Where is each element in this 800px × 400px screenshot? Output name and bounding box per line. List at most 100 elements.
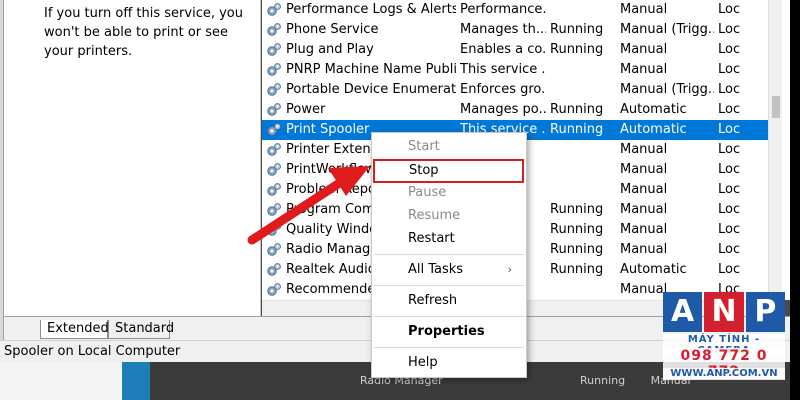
description-pane: If you turn off this service, you won't … [4, 0, 261, 318]
service-startup-type: Manual [620, 222, 668, 237]
service-status [550, 0, 616, 20]
service-log-on-as: Loc [718, 22, 741, 37]
service-gear-icon [266, 220, 286, 240]
list-edge [782, 0, 790, 300]
service-log-on-as: Loc [718, 262, 741, 277]
menu-item-resume[interactable]: Resume [372, 205, 526, 227]
logo-letter-a: A [663, 292, 703, 332]
service-gear-icon [266, 180, 286, 200]
tab-standard[interactable]: Standard [108, 320, 174, 339]
vertical-scrollbar[interactable] [768, 0, 782, 300]
menu-item-start[interactable]: Start [372, 136, 526, 158]
service-gear-icon [266, 140, 286, 160]
service-log-on-as: Loc [718, 182, 741, 197]
menu-separator [374, 316, 524, 317]
service-description: Enables a co... [460, 42, 546, 57]
service-startup-type: Manual (Trigg... [620, 82, 714, 97]
background-accent [122, 362, 150, 400]
table-row[interactable]: Performance Logs & Alerts Performance... M… [262, 0, 768, 20]
service-name: Performance Logs & Alerts [286, 2, 456, 17]
service-log-on-as: Loc [718, 162, 741, 177]
status-text: Spooler on Local Computer [4, 344, 181, 359]
service-startup-type: Manual [620, 62, 668, 77]
table-row[interactable]: PNRP Machine Name Public... This service … [262, 60, 768, 80]
service-gear-icon [266, 260, 286, 280]
service-status [550, 80, 616, 100]
service-startup-type: Automatic [620, 262, 687, 277]
service-startup-type: Manual [620, 142, 668, 157]
service-name: Phone Service [286, 22, 379, 37]
service-gear-icon [266, 60, 286, 80]
service-status [550, 60, 616, 80]
menu-item-refresh[interactable]: Refresh [372, 290, 526, 312]
service-status: Running [550, 202, 604, 217]
anp-watermark-logo: A N P MÁY TÍNH - CAMERA 098 772 0 772 WW… [663, 292, 785, 392]
menu-separator [374, 285, 524, 286]
service-startup-type: Manual [620, 162, 668, 177]
service-status [550, 140, 616, 160]
all-tasks-label: All Tasks [408, 262, 464, 277]
service-log-on-as: Loc [718, 62, 741, 77]
service-name: Power [286, 102, 326, 117]
table-row[interactable]: Phone Service Manages th... Running Manual … [262, 20, 768, 40]
menu-item-restart[interactable]: Restart [372, 228, 526, 250]
service-startup-type: Manual (Trigg... [620, 22, 714, 37]
window-frame-right [790, 0, 800, 400]
service-status [550, 280, 616, 300]
service-description: Manages th... [460, 22, 546, 37]
service-log-on-as: Loc [718, 82, 741, 97]
menu-item-all-tasks[interactable]: All Tasks › [372, 259, 526, 281]
background-row-running: Running [580, 374, 626, 387]
menu-separator [374, 254, 524, 255]
logo-letter-p: P [745, 292, 785, 332]
service-description: Manages po... [460, 102, 546, 117]
context-menu: Start Stop Pause Resume Restart All Task… [371, 132, 527, 378]
service-name: Portable Device Enumerator ... [286, 82, 456, 97]
menu-item-help[interactable]: Help [372, 352, 526, 374]
table-row[interactable]: Portable Device Enumerator ... Enforces g… [262, 80, 768, 100]
table-row[interactable]: Plug and Play Enables a co... Running Manua… [262, 40, 768, 60]
service-status: Running [550, 242, 604, 257]
menu-separator [374, 347, 524, 348]
chevron-right-icon: › [507, 263, 512, 276]
service-description-text: If you turn off this service, you won't … [44, 6, 243, 59]
menu-item-stop[interactable]: Stop [373, 159, 524, 183]
service-status: Running [550, 122, 604, 137]
service-description: This service ... [460, 62, 546, 77]
service-startup-type: Manual [620, 2, 668, 17]
service-log-on-as: Loc [718, 242, 741, 257]
service-status [550, 160, 616, 180]
service-startup-type: Manual [620, 182, 668, 197]
service-status [550, 180, 616, 200]
service-startup-type: Manual [620, 242, 668, 257]
menu-item-pause[interactable]: Pause [372, 182, 526, 204]
service-gear-icon [266, 80, 286, 100]
service-log-on-as: Loc [718, 222, 741, 237]
service-description: Enforces gro... [460, 82, 546, 97]
scroll-thumb[interactable] [772, 96, 780, 118]
service-log-on-as: Loc [718, 122, 741, 137]
service-status: Running [550, 262, 604, 277]
service-gear-icon [266, 100, 286, 120]
table-row[interactable]: Power Manages po... Running Automatic Loc [262, 100, 768, 120]
service-description: Performance... [460, 2, 546, 17]
tab-extended[interactable]: Extended [40, 320, 109, 339]
logo-letters: A N P [663, 292, 785, 332]
service-gear-icon [266, 240, 286, 260]
service-log-on-as: Loc [718, 142, 741, 157]
service-gear-icon [266, 200, 286, 220]
service-gear-icon [266, 40, 286, 60]
service-gear-icon [266, 280, 286, 300]
service-log-on-as: Loc [718, 202, 741, 217]
service-startup-type: Manual [620, 42, 668, 57]
service-gear-icon [266, 120, 286, 140]
service-startup-type: Automatic [620, 102, 687, 117]
service-status: Running [550, 102, 604, 117]
service-log-on-as: Loc [718, 42, 741, 57]
service-startup-type: Manual [620, 202, 668, 217]
service-name: Plug and Play [286, 42, 374, 57]
service-status: Running [550, 222, 604, 237]
logo-letter-n: N [704, 292, 744, 332]
service-status: Running [550, 42, 604, 57]
menu-item-properties[interactable]: Properties [372, 321, 526, 343]
